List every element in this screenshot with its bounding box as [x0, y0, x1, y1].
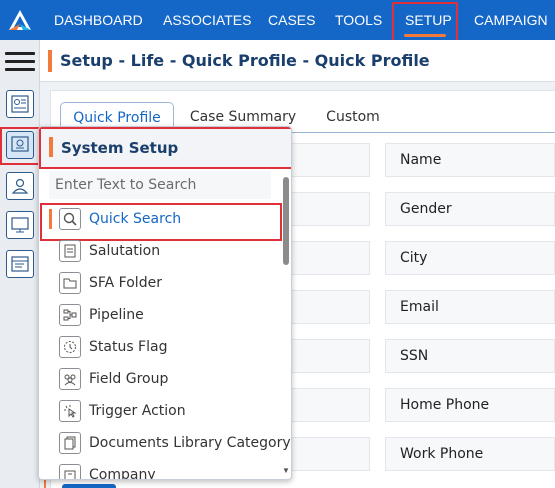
dropdown-scrollbar[interactable]: ▼ [282, 173, 290, 475]
app-logo[interactable] [0, 0, 40, 40]
field-label-home-phone: Home Phone [400, 397, 490, 413]
menu-item-status-flag[interactable]: Status Flag [49, 331, 281, 363]
menu-item-label: Salutation [89, 243, 161, 259]
logo-icon [9, 10, 31, 30]
field-label-ssn: SSN [400, 348, 429, 364]
menu-item-label: SFA Folder [89, 275, 162, 291]
field-label-work-phone: Work Phone [400, 446, 484, 462]
field-value-box[interactable] [290, 388, 370, 422]
rail-user-icon[interactable] [6, 172, 34, 200]
page-title: Setup - Life - Quick Profile - Quick Pro… [60, 51, 430, 70]
documents-icon [59, 432, 81, 454]
status-flag-icon [59, 336, 81, 358]
menu-item-label: Trigger Action [89, 403, 186, 419]
pipeline-icon [59, 304, 81, 326]
field-value-box[interactable] [290, 290, 370, 324]
nav-tools[interactable]: TOOLS [335, 0, 382, 40]
folder-icon [59, 272, 81, 294]
rail-highlight-box [0, 127, 40, 165]
group-icon [59, 368, 81, 390]
field-label-city: City [400, 250, 428, 266]
menu-item-label: Company [89, 467, 156, 480]
bottom-button-edge[interactable] [62, 484, 116, 488]
field-value-box[interactable] [290, 143, 370, 177]
nav-associates[interactable]: ASSOCIATES [163, 0, 251, 40]
header-accent-bar [48, 50, 52, 72]
scrollbar-thumb[interactable] [283, 177, 289, 265]
menu-item-salutation[interactable]: Salutation [49, 235, 281, 267]
menu-item-sfa-folder[interactable]: SFA Folder [49, 267, 281, 299]
field-value-box[interactable] [290, 437, 370, 471]
menu-item-label: Field Group [89, 371, 169, 387]
nav-campaign[interactable]: CAMPAIGN [474, 0, 548, 40]
dropdown-search-input[interactable] [49, 171, 271, 199]
menu-item-pipeline[interactable]: Pipeline [49, 299, 281, 331]
menu-item-trigger-action[interactable]: Trigger Action [49, 395, 281, 427]
menu-item-documents-library-category[interactable]: Documents Library Category [49, 427, 291, 459]
menu-item-label: Pipeline [89, 307, 144, 323]
nav-dashboard[interactable]: DASHBOARD [54, 0, 143, 40]
rail-monitor-icon[interactable] [6, 211, 34, 239]
scroll-down-arrow-icon[interactable]: ▼ [282, 466, 290, 475]
menu-item-company[interactable]: Company [49, 459, 281, 480]
page-header: Setup - Life - Quick Profile - Quick Pro… [40, 40, 555, 82]
pointer-click-icon [59, 400, 81, 422]
rail-window-icon[interactable] [6, 250, 34, 278]
nav-cases[interactable]: CASES [268, 0, 315, 40]
menu-item-label: Documents Library Category [89, 435, 291, 451]
top-nav-bar: DASHBOARD ASSOCIATES CASES TOOLS SETUP C… [0, 0, 555, 40]
company-icon [59, 464, 81, 479]
setup-highlight-box [392, 2, 458, 42]
dropdown-header-highlight [39, 127, 291, 169]
menu-item-field-group[interactable]: Field Group [49, 363, 281, 395]
document-icon [59, 240, 81, 262]
field-label-email: Email [400, 299, 439, 315]
field-value-box[interactable] [290, 339, 370, 373]
field-label-name: Name [400, 152, 442, 168]
field-label-gender: Gender [400, 201, 452, 217]
rail-profile-settings-icon[interactable] [6, 90, 34, 118]
menu-item-label: Status Flag [89, 339, 168, 355]
field-value-box[interactable] [290, 192, 370, 226]
tab-custom[interactable]: Custom [314, 102, 392, 132]
system-setup-dropdown: System Setup Quick Search Salutation SFA… [38, 126, 292, 480]
field-value-box[interactable] [290, 241, 370, 275]
hamburger-menu-icon[interactable] [5, 52, 35, 72]
